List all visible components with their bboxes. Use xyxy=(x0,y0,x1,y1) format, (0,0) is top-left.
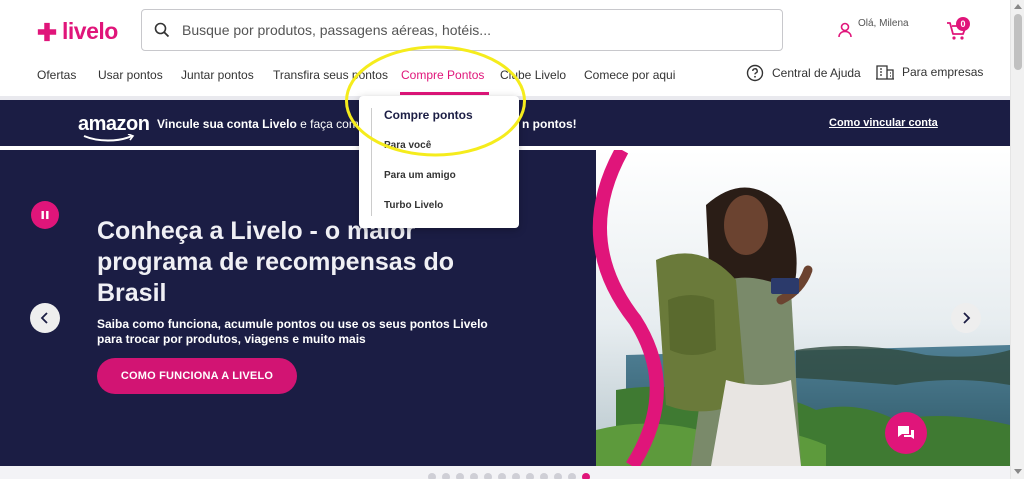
carousel-dot[interactable] xyxy=(568,473,576,479)
dropdown-item-turbo-livelo[interactable]: Turbo Livelo xyxy=(384,200,443,211)
amazon-logo: amazon xyxy=(78,113,150,135)
chevron-left-icon xyxy=(40,312,48,324)
carousel-dots xyxy=(428,473,590,479)
dropdown-item-para-voce[interactable]: Para você xyxy=(384,140,431,151)
cart-count-badge: 0 xyxy=(956,17,970,31)
dropdown-item-para-um-amigo[interactable]: Para um amigo xyxy=(384,170,456,181)
page-scrollbar[interactable] xyxy=(1010,0,1024,479)
nav-item-transfira-pontos[interactable]: Transfira seus pontos xyxy=(273,68,388,82)
carousel-dot[interactable] xyxy=(484,473,492,479)
search-input[interactable] xyxy=(182,22,742,38)
amazon-banner-text-bold: Vincule sua conta Livelo xyxy=(157,117,297,131)
scroll-down-arrow-icon[interactable] xyxy=(1014,469,1022,474)
search-icon[interactable] xyxy=(154,22,170,38)
help-center-label: Central de Ajuda xyxy=(772,66,861,80)
plus-heart-icon xyxy=(37,22,57,41)
logo-text: livelo xyxy=(62,18,118,44)
help-icon xyxy=(746,64,764,82)
livelo-homepage: livelo Olá, Milena 0 Ofertas Usar pontos… xyxy=(0,0,1024,479)
amazon-banner-text-rest: e faça com xyxy=(296,117,359,131)
user-icon xyxy=(838,22,852,38)
carousel-prev-button[interactable] xyxy=(30,303,60,333)
amazon-smile-icon xyxy=(83,134,135,142)
carousel-dot[interactable] xyxy=(442,473,450,479)
carousel-dot[interactable] xyxy=(554,473,562,479)
hero-title: Conheça a Livelo - o maior programa de r… xyxy=(97,217,455,307)
scroll-up-arrow-icon[interactable] xyxy=(1014,4,1022,9)
carousel-dot[interactable] xyxy=(582,473,590,479)
carousel-dot[interactable] xyxy=(456,473,464,479)
chat-icon xyxy=(898,426,914,439)
building-icon xyxy=(876,65,894,80)
chevron-right-icon xyxy=(963,312,971,324)
pause-icon xyxy=(41,211,49,219)
amazon-link-account[interactable]: Como vincular conta xyxy=(829,117,938,129)
nav-item-clube-livelo[interactable]: Clube Livelo xyxy=(500,68,566,82)
compre-pontos-dropdown: Compre pontos Para você Para um amigo Tu… xyxy=(359,96,519,228)
user-greeting: Olá, Milena xyxy=(858,18,909,29)
user-account[interactable]: Olá, Milena xyxy=(838,17,909,38)
cart-button[interactable]: 0 xyxy=(946,17,970,42)
nav-item-compre-pontos[interactable]: Compre Pontos xyxy=(401,68,484,82)
carousel-dot[interactable] xyxy=(526,473,534,479)
carousel-dot[interactable] xyxy=(428,473,436,479)
carousel-dot[interactable] xyxy=(540,473,548,479)
nav-item-comece-por-aqui[interactable]: Comece por aqui xyxy=(584,68,675,82)
carousel-dot[interactable] xyxy=(470,473,478,479)
active-nav-underline xyxy=(400,92,489,95)
carousel-dot[interactable] xyxy=(512,473,520,479)
business-link[interactable]: Para empresas xyxy=(876,64,983,80)
amazon-banner-text: Vincule sua conta Livelo e faça com xyxy=(157,117,359,131)
how-livelo-works-button[interactable]: COMO FUNCIONA A LIVELO xyxy=(97,358,297,394)
scrollbar-thumb[interactable] xyxy=(1014,14,1022,70)
nav-item-ofertas[interactable]: Ofertas xyxy=(37,68,76,82)
amazon-banner-text-end: n pontos! xyxy=(522,117,577,131)
business-label: Para empresas xyxy=(902,65,984,79)
carousel-next-button[interactable] xyxy=(951,303,981,333)
carousel-dot[interactable] xyxy=(498,473,506,479)
hero-magenta-wave xyxy=(592,150,664,466)
livelo-logo[interactable]: livelo xyxy=(36,18,118,45)
nav-item-usar-pontos[interactable]: Usar pontos xyxy=(98,68,163,82)
dropdown-rule xyxy=(371,108,372,216)
nav-item-juntar-pontos[interactable]: Juntar pontos xyxy=(181,68,254,82)
hero-subtitle: Saiba como funciona, acumule pontos ou u… xyxy=(97,317,488,346)
chat-support-button[interactable] xyxy=(885,412,927,454)
carousel-pause-button[interactable] xyxy=(31,201,59,229)
help-center-link[interactable]: Central de Ajuda xyxy=(746,64,861,82)
dropdown-title[interactable]: Compre pontos xyxy=(384,108,473,122)
search-box[interactable] xyxy=(141,9,783,51)
